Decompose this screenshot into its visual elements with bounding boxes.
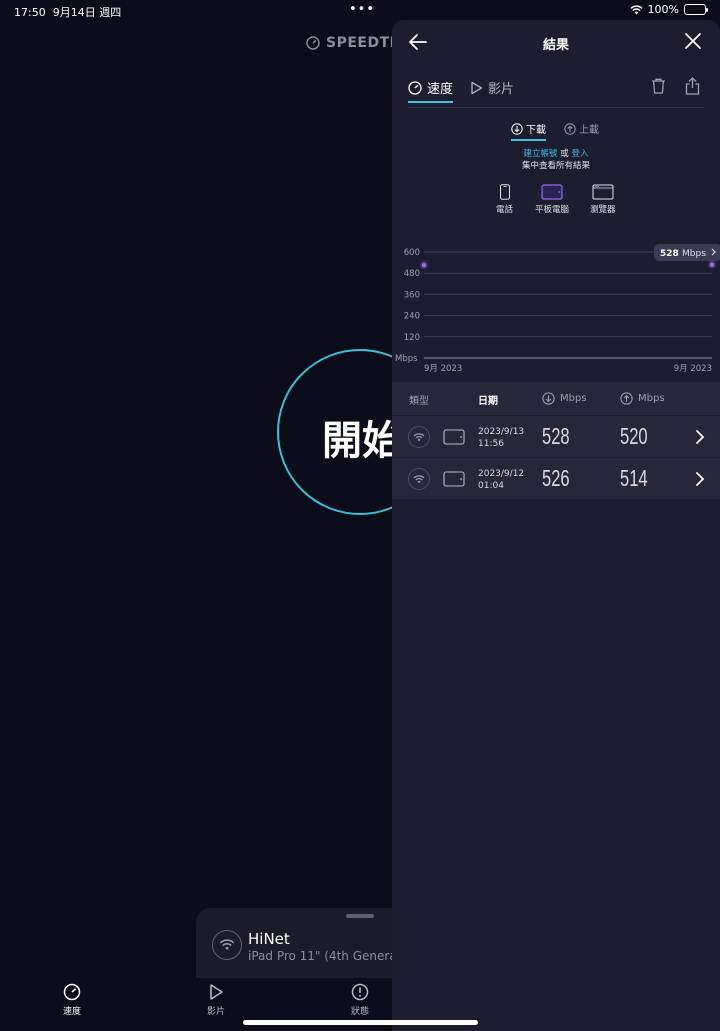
tab-speed-label: 速度 xyxy=(62,1007,81,1017)
chart-svg: 600480360240120Mbps9月 2023 9月 2023528 Mbps xyxy=(395,244,720,374)
table-row[interactable]: 2023/9/12 01:04 526 514 xyxy=(392,457,720,499)
device-filter-row: 電話 平板電腦 瀏覽器 xyxy=(392,184,720,224)
battery-icon xyxy=(684,4,708,15)
wifi-icon xyxy=(630,4,643,14)
tab-speed-results[interactable]: 速度 xyxy=(408,78,454,103)
account-promo: 建立帳號 或 登入 集中查看所有結果 xyxy=(392,148,720,172)
table-header: 類型 日期 Mbps Mbps xyxy=(392,382,720,415)
tablet-icon xyxy=(443,471,465,487)
x-tick-label: 9月 2023 xyxy=(674,364,712,374)
tab-video[interactable]: 影片 xyxy=(186,983,246,1017)
brand-logo: SPEEDTE xyxy=(306,35,400,51)
share-icon[interactable] xyxy=(685,77,700,95)
segment-row: 速度 影片 xyxy=(408,64,704,108)
phone-icon xyxy=(499,184,510,200)
tab-video-label: 影片 xyxy=(206,1007,225,1017)
y-tick-label: 360 xyxy=(404,290,420,300)
y-tick-label: 120 xyxy=(404,333,420,343)
close-icon[interactable] xyxy=(684,32,702,50)
tab-status[interactable]: 狀態 xyxy=(330,983,390,1017)
login-link[interactable]: 登入 xyxy=(571,149,588,159)
create-account-link[interactable]: 建立帳號 xyxy=(524,149,558,159)
multitasking-dots[interactable]: ••• xyxy=(349,2,375,17)
panel-header: 結果 xyxy=(392,20,720,64)
status-right: 100% xyxy=(630,3,708,16)
wifi-icon xyxy=(408,426,430,448)
wifi-icon xyxy=(212,930,242,960)
row-date: 2023/9/13 11:56 xyxy=(478,427,525,449)
results-panel: 結果 速度 影片 下載 上載 建立帳號 或 登入 集中查看所有結果 電話 平板電… xyxy=(392,20,720,1031)
filter-browser-label: 瀏覽器 xyxy=(590,205,616,215)
x-tick-label: 9月 2023 xyxy=(424,364,462,374)
results-chart: 600 480 360 240 120 Mbps 9月 2023 9月 2023 528 Mbps xyxy=(392,240,720,380)
filter-tablet-label: 平板電腦 xyxy=(535,205,570,215)
data-point xyxy=(709,262,715,267)
status-time: 17:50 9月14日 週四 xyxy=(14,6,122,19)
header-download[interactable]: Mbps xyxy=(542,392,587,405)
trash-icon[interactable] xyxy=(651,78,666,94)
direction-row: 下載 上載 xyxy=(392,108,720,141)
y-axis-unit: Mbps xyxy=(395,354,418,364)
go-label: 開始 xyxy=(322,418,402,464)
brand-text: SPEEDTE xyxy=(326,35,400,51)
tooltip-unit: Mbps xyxy=(682,249,706,259)
isp-name: HiNet xyxy=(248,930,290,948)
tab-speed[interactable]: 速度 xyxy=(42,983,102,1017)
y-tick-label: 240 xyxy=(404,312,420,322)
header-download-label: Mbps xyxy=(560,393,587,404)
tablet-icon xyxy=(541,184,563,200)
y-tick-label: 480 xyxy=(404,269,420,279)
header-upload[interactable]: Mbps xyxy=(620,392,665,405)
play-icon xyxy=(210,984,223,1000)
promo-subtitle: 集中查看所有結果 xyxy=(521,161,590,171)
header-type[interactable]: 類型 xyxy=(409,392,429,407)
y-tick-label: 600 xyxy=(404,248,420,258)
device-name: iPad Pro 11" (4th Generat xyxy=(248,949,402,963)
download-tab-label: 下載 xyxy=(526,125,546,136)
header-upload-label: Mbps xyxy=(638,393,665,404)
download-arrow-icon xyxy=(511,122,523,135)
tab-status-label: 狀態 xyxy=(350,1007,369,1017)
row-download-value: 526 xyxy=(542,465,570,491)
table-row[interactable]: 2023/9/13 11:56 528 520 xyxy=(392,415,720,457)
promo-or: 或 xyxy=(560,149,569,159)
browser-icon xyxy=(592,184,614,200)
chevron-right-icon[interactable] xyxy=(695,429,705,445)
results-table: 類型 日期 Mbps Mbps 2023/9/13 11:56 528 520 2… xyxy=(392,382,720,499)
upload-tab-label: 上載 xyxy=(579,125,599,136)
download-arrow-icon xyxy=(542,392,555,405)
filter-tablet[interactable]: 平板電腦 xyxy=(535,184,569,215)
header-date[interactable]: 日期 xyxy=(478,392,498,407)
alert-icon xyxy=(351,983,369,1001)
speedometer-icon xyxy=(63,983,81,1001)
speedometer-icon xyxy=(408,80,422,95)
tab-video-results-label: 影片 xyxy=(488,82,515,97)
upload-arrow-icon xyxy=(564,122,576,135)
download-tab[interactable]: 下載 xyxy=(511,121,546,141)
filter-browser[interactable]: 瀏覽器 xyxy=(590,184,616,215)
panel-title: 結果 xyxy=(542,38,569,53)
row-upload-value: 514 xyxy=(620,465,648,491)
battery-percent: 100% xyxy=(647,3,679,16)
upload-arrow-icon xyxy=(620,392,633,405)
data-point xyxy=(421,262,427,268)
speedometer-icon xyxy=(306,36,320,50)
filter-phone-label: 電話 xyxy=(496,205,514,215)
row-upload-value: 520 xyxy=(620,423,648,449)
play-icon xyxy=(471,81,483,94)
upload-tab[interactable]: 上載 xyxy=(564,121,599,136)
home-indicator[interactable] xyxy=(243,1020,478,1025)
tab-video-results[interactable]: 影片 xyxy=(470,78,514,97)
tablet-icon xyxy=(443,429,465,445)
drag-handle[interactable] xyxy=(346,914,374,918)
row-download-value: 528 xyxy=(542,423,570,449)
filter-phone[interactable]: 電話 xyxy=(496,184,513,215)
tab-speed-results-label: 速度 xyxy=(427,82,454,97)
status-bar: 17:50 9月14日 週四 ••• 100% xyxy=(0,0,720,22)
chevron-right-icon[interactable] xyxy=(695,471,705,487)
tooltip-value: 528 xyxy=(660,249,679,259)
wifi-icon xyxy=(408,468,430,490)
row-date: 2023/9/12 01:04 xyxy=(478,469,525,491)
